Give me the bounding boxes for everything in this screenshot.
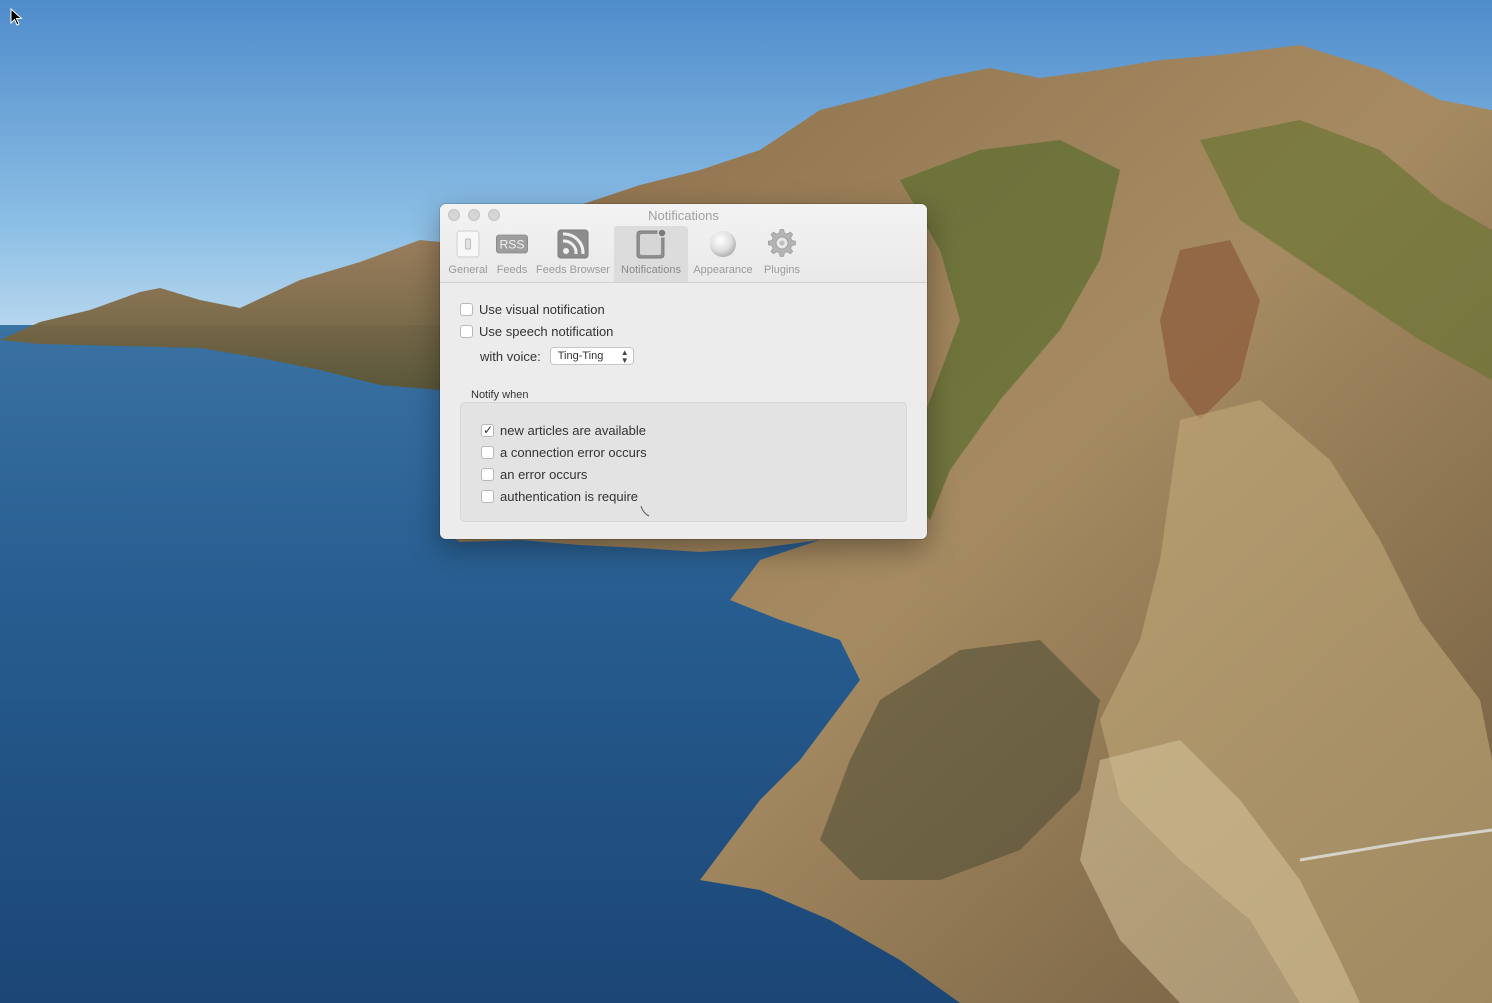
speech-notification-checkbox[interactable]: [460, 325, 473, 338]
notify-when-label: Notify when: [471, 389, 529, 401]
window-title: Notifications: [648, 208, 719, 223]
notify-new-articles-label: new articles are available: [500, 423, 646, 438]
window-titlebar[interactable]: Notifications General RSS Feeds Feeds Br…: [440, 204, 927, 283]
notify-new-articles-option[interactable]: ✓ new articles are available: [481, 423, 646, 438]
notify-new-articles-checkbox[interactable]: ✓: [481, 423, 494, 437]
tab-plugins-label: Plugins: [763, 264, 801, 276]
speech-notification-label: Use speech notification: [479, 324, 614, 339]
voice-select[interactable]: Ting-Ting ▲ ▼: [549, 347, 634, 365]
tab-general[interactable]: General: [444, 226, 492, 282]
speech-notification-option[interactable]: Use speech notification: [460, 324, 613, 339]
resize-artifact-icon: [640, 505, 650, 517]
notify-error-checkbox[interactable]: [481, 468, 494, 481]
tab-plugins[interactable]: Plugins: [758, 226, 806, 282]
tab-notifications[interactable]: Notifications: [614, 226, 688, 282]
updown-arrows-icon: ▲ ▼: [620, 348, 629, 365]
tab-feeds[interactable]: RSS Feeds: [492, 226, 532, 282]
visual-notification-label: Use visual notification: [479, 302, 605, 317]
notifications-pane: Use visual notification Use speech notif…: [440, 283, 927, 539]
notify-authentication-checkbox[interactable]: [481, 490, 494, 503]
feed-browser-icon: [557, 228, 589, 260]
tab-notifications-label: Notifications: [621, 264, 681, 276]
visual-notification-checkbox[interactable]: [460, 303, 473, 316]
notify-authentication-option[interactable]: authentication is require: [481, 489, 638, 504]
svg-text:RSS: RSS: [499, 238, 524, 252]
checkmark-icon: ✓: [483, 423, 494, 437]
notify-when-group: ✓ new articles are available a connectio…: [460, 402, 907, 522]
rss-icon: RSS: [496, 228, 528, 260]
desktop-wallpaper: Notifications General RSS Feeds Feeds Br…: [0, 0, 1492, 1003]
sphere-icon: [707, 228, 739, 260]
preferences-window: Notifications General RSS Feeds Feeds Br…: [440, 204, 927, 539]
tab-appearance[interactable]: Appearance: [688, 226, 758, 282]
notify-connection-error-label: a connection error occurs: [500, 445, 647, 460]
preferences-toolbar: General RSS Feeds Feeds Browser Notifica…: [444, 226, 806, 282]
mouse-cursor-icon: [10, 8, 23, 26]
voice-select-value: Ting-Ting: [557, 350, 604, 362]
tab-feeds-browser-label: Feeds Browser: [536, 264, 610, 276]
voice-row: with voice: Ting-Ting ▲ ▼: [480, 347, 634, 365]
tab-appearance-label: Appearance: [693, 264, 753, 276]
notify-error-option[interactable]: an error occurs: [481, 467, 587, 482]
tab-feeds-label: Feeds: [496, 264, 528, 276]
tab-general-label: General: [448, 264, 488, 276]
visual-notification-option[interactable]: Use visual notification: [460, 302, 605, 317]
notification-icon: [635, 228, 667, 260]
tab-feeds-browser[interactable]: Feeds Browser: [532, 226, 614, 282]
notify-authentication-label: authentication is require: [500, 489, 639, 504]
notify-error-label: an error occurs: [500, 467, 588, 482]
notify-connection-error-checkbox[interactable]: [481, 446, 494, 459]
switch-icon: [452, 228, 484, 260]
gear-icon: [766, 228, 798, 260]
notify-connection-error-option[interactable]: a connection error occurs: [481, 445, 647, 460]
voice-label: with voice:: [480, 348, 541, 364]
